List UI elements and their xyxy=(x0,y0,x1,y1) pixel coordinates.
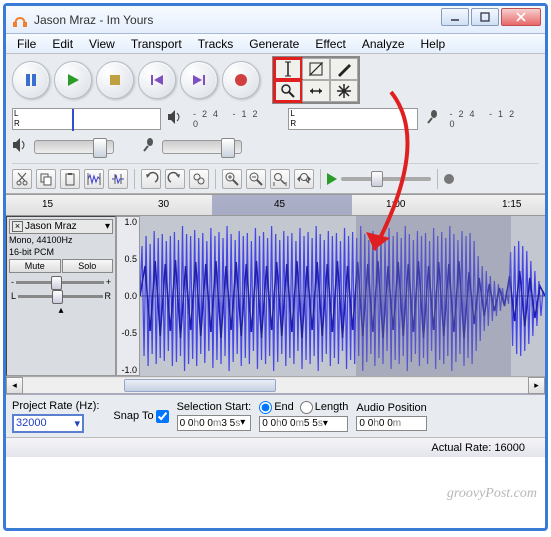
pan-slider[interactable] xyxy=(18,295,102,298)
zoom-out-button[interactable] xyxy=(246,169,266,189)
actual-rate-value: 16000 xyxy=(494,442,525,454)
close-button[interactable] xyxy=(501,8,541,26)
pause-button[interactable] xyxy=(12,61,50,99)
device-indicator xyxy=(444,174,454,184)
status-bar: Actual Rate: 16000 xyxy=(6,437,545,457)
scroll-right-button[interactable]: ▸ xyxy=(528,377,545,394)
sync-lock-button[interactable] xyxy=(189,169,209,189)
fit-project-button[interactable] xyxy=(294,169,314,189)
track-panel: × Jason Mraz ▾ Mono, 44100Hz 16-bit PCM … xyxy=(6,216,116,376)
fit-selection-button[interactable] xyxy=(270,169,290,189)
waveform-selection xyxy=(356,216,511,376)
selection-start-field[interactable]: 0 0 h 0 0 m 3 5 s▾ xyxy=(177,415,252,431)
track-name[interactable]: Jason Mraz xyxy=(25,221,103,232)
actual-rate-label: Actual Rate: xyxy=(431,442,491,454)
track-bitdepth: 16-bit PCM xyxy=(9,247,113,258)
copy-button[interactable] xyxy=(36,169,56,189)
timeline-ruler[interactable]: 15 30 45 1:00 1:15 xyxy=(6,194,545,216)
output-vol-icon xyxy=(12,137,28,158)
menu-file[interactable]: File xyxy=(10,36,43,52)
gain-slider[interactable] xyxy=(16,281,104,284)
chevron-down-icon: ▾ xyxy=(74,417,80,430)
horizontal-scrollbar[interactable]: ◂ ▸ xyxy=(6,376,545,393)
snap-to-label: Snap To xyxy=(113,410,153,422)
output-volume-slider[interactable] xyxy=(34,140,114,154)
length-radio[interactable] xyxy=(300,401,313,414)
minimize-button[interactable] xyxy=(441,8,469,26)
output-meter[interactable]: LR xyxy=(12,108,161,130)
menubar: File Edit View Transport Tracks Generate… xyxy=(6,34,545,54)
project-rate-label: Project Rate (Hz): xyxy=(12,400,99,412)
mute-button[interactable]: Mute xyxy=(9,259,61,273)
selection-bar: Project Rate (Hz): 32000▾ Snap To Select… xyxy=(6,393,545,437)
vertical-scale[interactable]: 1.0 0.5 0.0 -0.5 -1.0 xyxy=(116,216,140,376)
input-vol-icon xyxy=(140,137,156,158)
audio-position-field[interactable]: 0 0 h 0 0 m xyxy=(356,416,426,431)
scroll-left-button[interactable]: ◂ xyxy=(6,377,23,394)
solo-button[interactable]: Solo xyxy=(62,259,114,273)
redo-button[interactable] xyxy=(165,169,185,189)
track-format: Mono, 44100Hz xyxy=(9,235,113,246)
selection-end-field[interactable]: 0 0 h 0 0 m 5 5 s▾ xyxy=(259,416,348,432)
ruler-label: 1:00 xyxy=(386,199,405,210)
titlebar: Jason Mraz - Im Yours xyxy=(6,6,545,34)
playback-speed-slider[interactable] xyxy=(341,177,431,181)
record-button[interactable] xyxy=(222,61,260,99)
collapse-button[interactable]: ▴ xyxy=(58,305,63,316)
app-icon xyxy=(12,12,28,28)
watermark: groovyPost.com xyxy=(447,486,537,502)
menu-generate[interactable]: Generate xyxy=(242,36,306,52)
silence-button[interactable] xyxy=(108,169,128,189)
ruler-label: 45 xyxy=(274,199,285,210)
selection-tool[interactable] xyxy=(274,58,302,80)
menu-view[interactable]: View xyxy=(82,36,122,52)
timeshift-tool[interactable] xyxy=(302,80,330,102)
cut-button[interactable] xyxy=(12,169,32,189)
window-title: Jason Mraz - Im Yours xyxy=(34,13,153,27)
menu-edit[interactable]: Edit xyxy=(45,36,80,52)
draw-tool[interactable] xyxy=(330,58,358,80)
skip-start-button[interactable] xyxy=(138,61,176,99)
end-radio[interactable] xyxy=(259,401,272,414)
snap-to-checkbox[interactable] xyxy=(156,410,169,423)
scrollbar-thumb[interactable] xyxy=(124,379,276,392)
menu-tracks[interactable]: Tracks xyxy=(191,36,241,52)
menu-effect[interactable]: Effect xyxy=(308,36,352,52)
tools-tray xyxy=(272,56,360,104)
ruler-label: 1:15 xyxy=(502,199,521,210)
track-close-button[interactable]: × xyxy=(12,221,23,232)
stop-button[interactable] xyxy=(96,61,134,99)
meter-ticks-in: -24 -12 0 xyxy=(450,109,539,129)
paste-button[interactable] xyxy=(60,169,80,189)
input-meter[interactable]: LR xyxy=(288,108,417,130)
undo-button[interactable] xyxy=(141,169,161,189)
input-volume-slider[interactable] xyxy=(162,140,242,154)
menu-help[interactable]: Help xyxy=(414,36,453,52)
meter-ticks-out: -24 -12 0 xyxy=(193,109,282,129)
ruler-label: 30 xyxy=(158,199,169,210)
waveform-canvas[interactable] xyxy=(140,216,545,376)
zoom-tool[interactable] xyxy=(274,80,302,102)
play-at-speed-button[interactable] xyxy=(327,173,337,185)
ruler-label: 15 xyxy=(42,199,53,210)
envelope-tool[interactable] xyxy=(302,58,330,80)
skip-end-button[interactable] xyxy=(180,61,218,99)
menu-analyze[interactable]: Analyze xyxy=(355,36,412,52)
audio-position-label: Audio Position xyxy=(356,402,426,414)
selection-start-label: Selection Start: xyxy=(177,401,252,413)
multi-tool[interactable] xyxy=(330,80,358,102)
zoom-in-button[interactable] xyxy=(222,169,242,189)
menu-transport[interactable]: Transport xyxy=(124,36,189,52)
speaker-icon xyxy=(167,109,183,130)
project-rate-combo[interactable]: 32000▾ xyxy=(12,414,84,433)
maximize-button[interactable] xyxy=(471,8,499,26)
trim-button[interactable] xyxy=(84,169,104,189)
track-menu-chevron-icon[interactable]: ▾ xyxy=(105,221,110,232)
play-button[interactable] xyxy=(54,61,92,99)
mic-icon xyxy=(424,109,440,130)
